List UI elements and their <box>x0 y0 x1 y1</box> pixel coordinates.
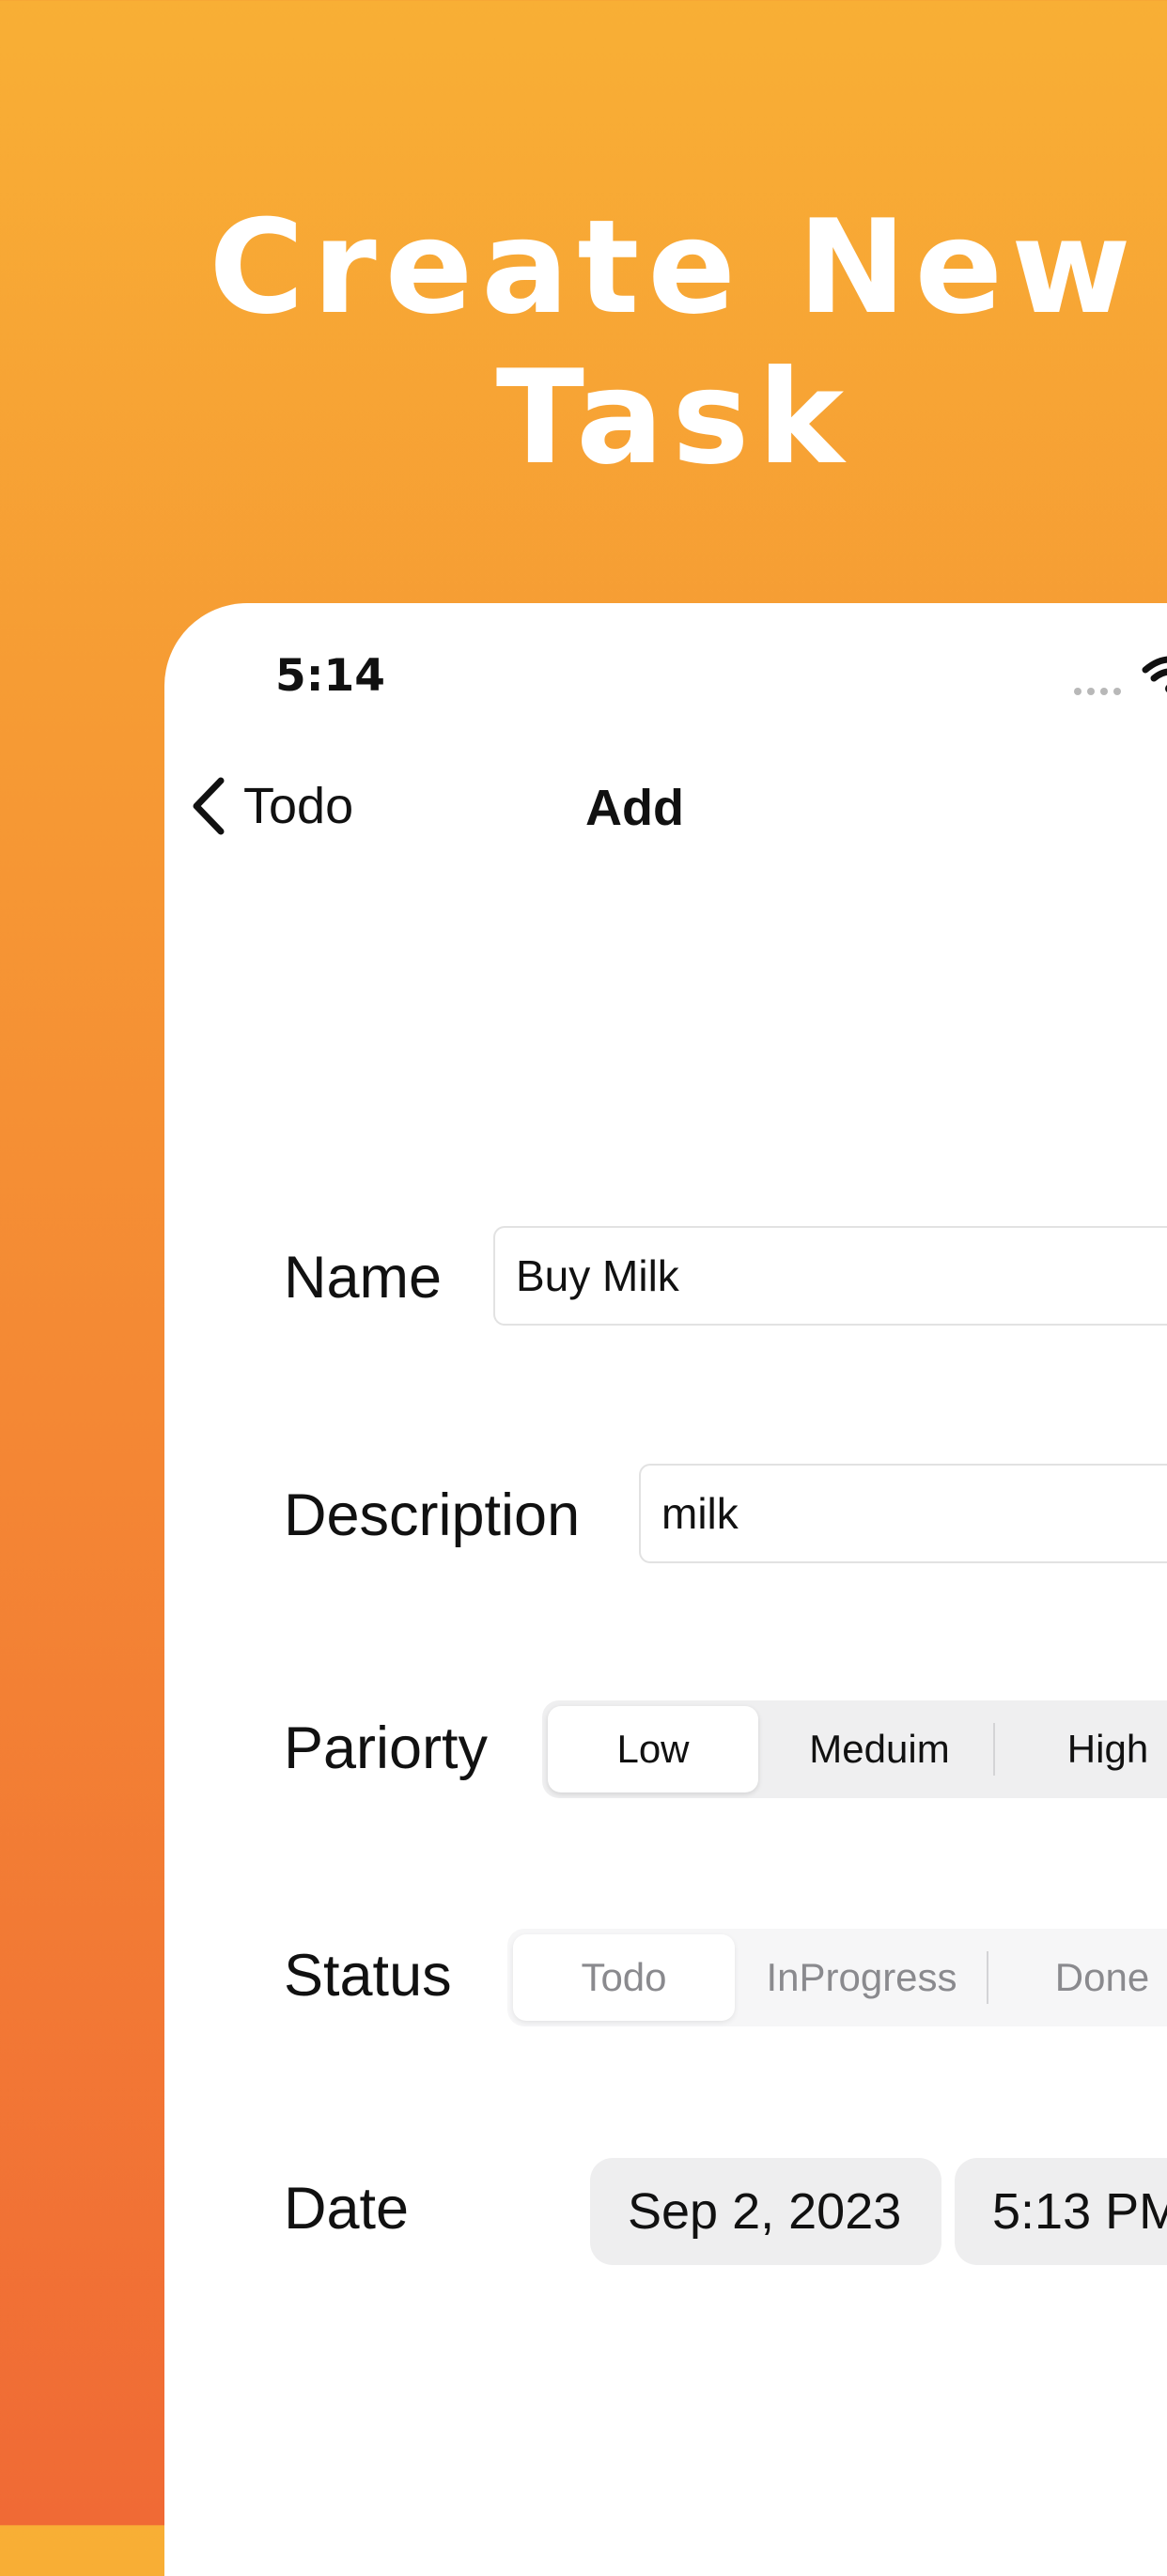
name-label: Name <box>284 1245 443 1311</box>
status-option-inprogress[interactable]: InProgress <box>739 1929 985 2026</box>
name-input[interactable] <box>495 1228 1167 1324</box>
status-segmented-control: Todo InProgress Done <box>507 1929 1167 2026</box>
priority-option-medium[interactable]: Meduim <box>764 1700 995 1798</box>
promo-headline: Create New Task <box>0 193 1167 493</box>
date-picker-button[interactable]: Sep 2, 2023 <box>590 2158 941 2265</box>
back-button-label: Todo <box>243 778 354 834</box>
chevron-left-icon <box>193 777 225 835</box>
headline-line-2: Task <box>495 342 853 493</box>
priority-divider <box>993 1723 995 1776</box>
description-input[interactable] <box>641 1466 1167 1561</box>
priority-segmented-control: Low Meduim High <box>542 1700 1167 1798</box>
cellular-signal-icon <box>1074 688 1121 695</box>
headline-line-1: Create New <box>209 192 1140 343</box>
priority-option-low[interactable]: Low <box>548 1700 758 1798</box>
status-divider <box>987 1951 988 2004</box>
wifi-icon <box>1142 655 1167 701</box>
priority-label: Pariorty <box>284 1715 489 1781</box>
time-picker-button[interactable]: 5:13 PM <box>955 2158 1167 2265</box>
nav-title: Add <box>585 780 684 836</box>
phone-screen: 5:14 Todo Add Name Description Pariorty … <box>164 603 1167 2576</box>
status-option-done[interactable]: Done <box>990 1929 1167 2026</box>
back-button[interactable]: Todo <box>191 777 353 835</box>
description-field-container <box>639 1464 1167 1563</box>
priority-option-high[interactable]: High <box>997 1700 1167 1798</box>
status-label: Status <box>284 1943 452 2009</box>
status-option-todo[interactable]: Todo <box>513 1929 735 2026</box>
status-bar-time: 5:14 <box>275 650 385 702</box>
description-label: Description <box>284 1482 581 1548</box>
date-label: Date <box>284 2176 410 2242</box>
name-field-container <box>493 1226 1167 1326</box>
